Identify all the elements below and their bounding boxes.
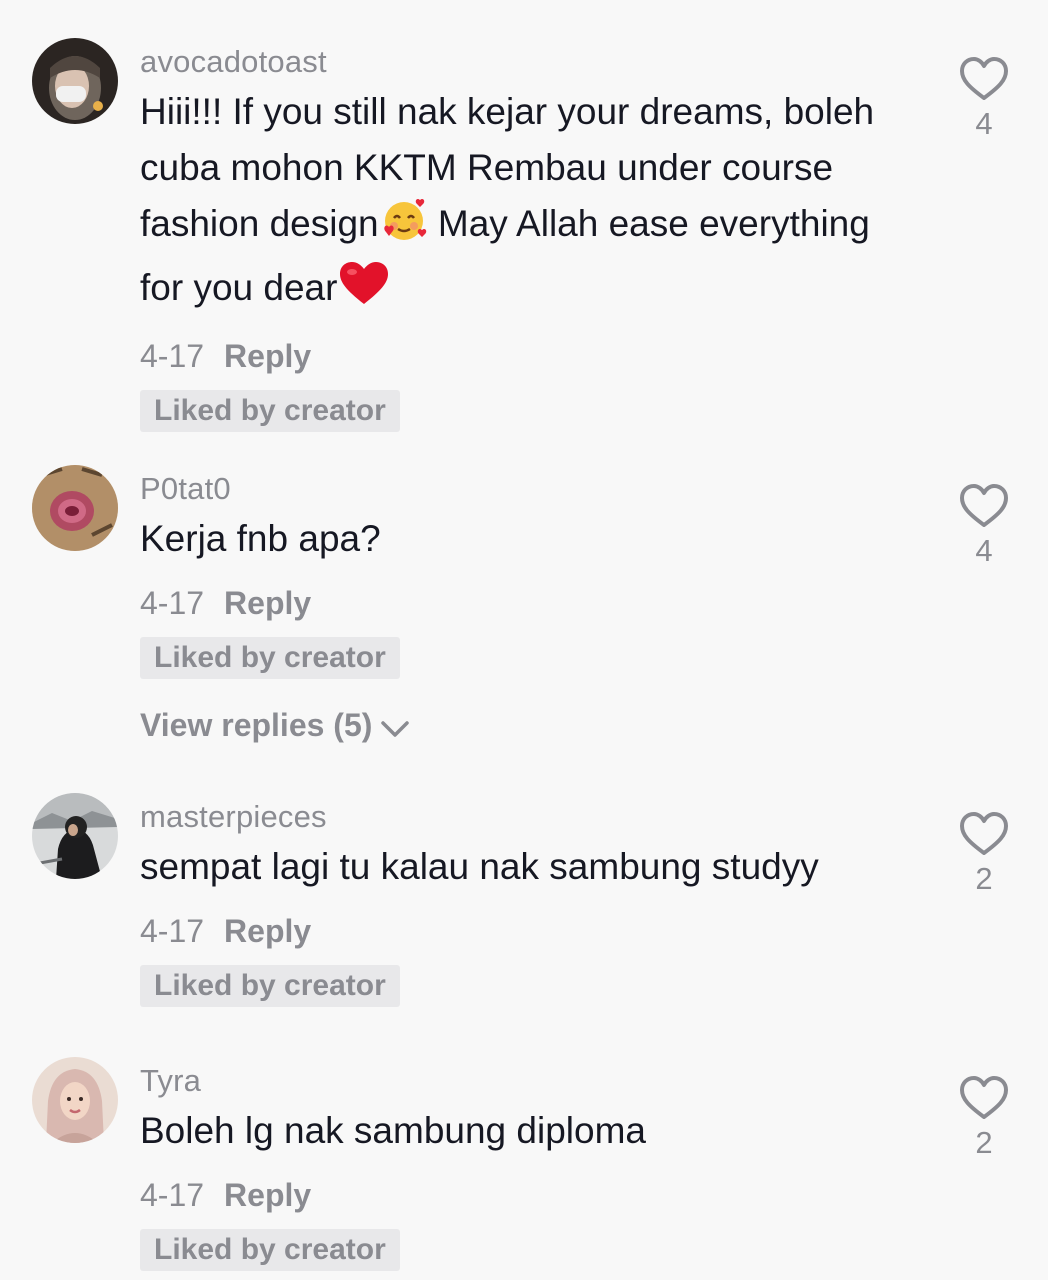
avatar[interactable] <box>32 793 118 879</box>
username[interactable]: avocadotoast <box>140 42 880 82</box>
like-count: 2 <box>975 861 993 896</box>
comment-content: masterpieces sempat lagi tu kalau nak sa… <box>140 797 880 1007</box>
comment-meta: 4-17 Reply <box>140 583 880 623</box>
reply-button[interactable]: Reply <box>224 583 311 623</box>
avatar[interactable] <box>32 465 118 551</box>
reply-button[interactable]: Reply <box>224 1175 311 1215</box>
comment-date: 4-17 <box>140 1177 205 1213</box>
avatar[interactable] <box>32 1057 118 1143</box>
liked-by-creator-badge: Liked by creator <box>140 965 400 1007</box>
like-count: 2 <box>975 1125 993 1160</box>
like-button[interactable]: 2 <box>958 811 1010 897</box>
comment-text: sempat lagi tu kalau nak sambung studyy <box>140 846 819 887</box>
username[interactable]: Tyra <box>140 1061 880 1101</box>
like-button[interactable]: 4 <box>958 483 1010 569</box>
liked-by-creator-badge: Liked by creator <box>140 1229 400 1271</box>
comment-meta: 4-17 Reply <box>140 336 880 376</box>
like-button[interactable]: 4 <box>958 56 1010 142</box>
avatar[interactable] <box>32 38 118 124</box>
red-heart-emoji <box>338 260 390 324</box>
comment-text: Hiii!!! If you still nak kejar your drea… <box>140 84 880 324</box>
heart-outline-icon <box>960 57 1008 100</box>
username[interactable]: masterpieces <box>140 797 880 837</box>
comment-content: avocadotoast Hiii!!! If you still nak ke… <box>140 42 880 432</box>
like-count: 4 <box>975 106 993 141</box>
view-replies-button[interactable]: View replies (5) <box>140 705 880 745</box>
smiling-face-with-hearts-emoji <box>380 196 428 260</box>
comment-date: 4-17 <box>140 338 205 374</box>
comment-meta: 4-17 Reply <box>140 1175 880 1215</box>
comment-text: Kerja fnb apa? <box>140 518 381 559</box>
comment-meta: 4-17 Reply <box>140 911 880 951</box>
comment-text: Boleh lg nak sambung diploma <box>140 1110 646 1151</box>
comment-date: 4-17 <box>140 585 205 621</box>
like-button[interactable]: 2 <box>958 1075 1010 1161</box>
heart-outline-icon <box>960 812 1008 855</box>
reply-button[interactable]: Reply <box>224 911 311 951</box>
comment-content: Tyra Boleh lg nak sambung diploma 4-17 Re… <box>140 1061 880 1271</box>
reply-button[interactable]: Reply <box>224 336 311 376</box>
liked-by-creator-badge: Liked by creator <box>140 637 400 679</box>
chevron-down-icon <box>381 721 410 737</box>
liked-by-creator-badge: Liked by creator <box>140 390 400 432</box>
username[interactable]: P0tat0 <box>140 469 880 509</box>
view-replies-label: View replies (5) <box>140 707 373 743</box>
heart-outline-icon <box>960 484 1008 527</box>
heart-outline-icon <box>960 1076 1008 1119</box>
comment-content: P0tat0 Kerja fnb apa? 4-17 Reply Liked by… <box>140 469 880 745</box>
like-count: 4 <box>975 533 993 568</box>
comment-date: 4-17 <box>140 913 205 949</box>
